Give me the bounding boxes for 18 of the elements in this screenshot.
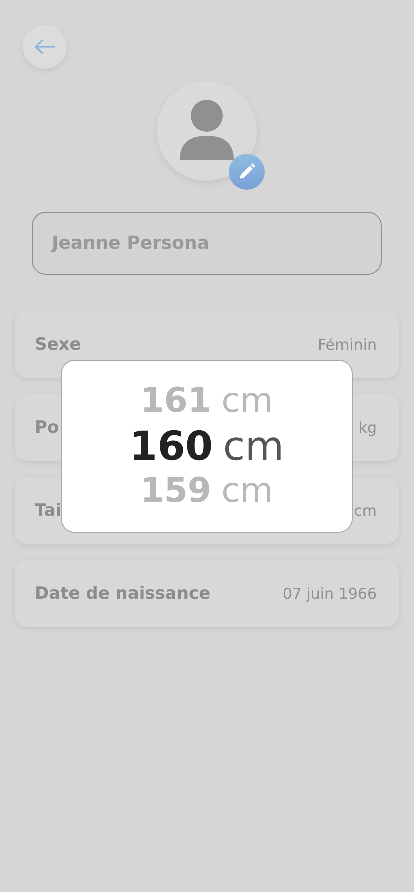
pencil-icon	[238, 163, 256, 181]
field-value: 07 juin 1966	[282, 584, 377, 602]
field-label: Po	[35, 418, 60, 438]
field-value: Féminin	[318, 336, 377, 354]
field-label: Tai	[35, 500, 62, 520]
field-value: cm	[354, 502, 377, 520]
picker-option[interactable]: 160 cm	[130, 424, 284, 468]
picker-option[interactable]: 161 cm	[140, 383, 274, 420]
picker-option[interactable]: 159 cm	[140, 472, 274, 510]
back-arrow-icon	[34, 39, 56, 55]
name-field[interactable]: Jeanne Persona	[32, 212, 382, 275]
person-icon	[180, 100, 234, 162]
field-label: Sexe	[35, 334, 82, 354]
profile-field-card[interactable]: Date de naissance 07 juin 1966	[15, 560, 399, 627]
edit-photo-button[interactable]	[229, 154, 265, 190]
back-button[interactable]	[23, 25, 67, 69]
field-value: kg	[358, 418, 377, 436]
field-label: Date de naissance	[35, 584, 211, 604]
